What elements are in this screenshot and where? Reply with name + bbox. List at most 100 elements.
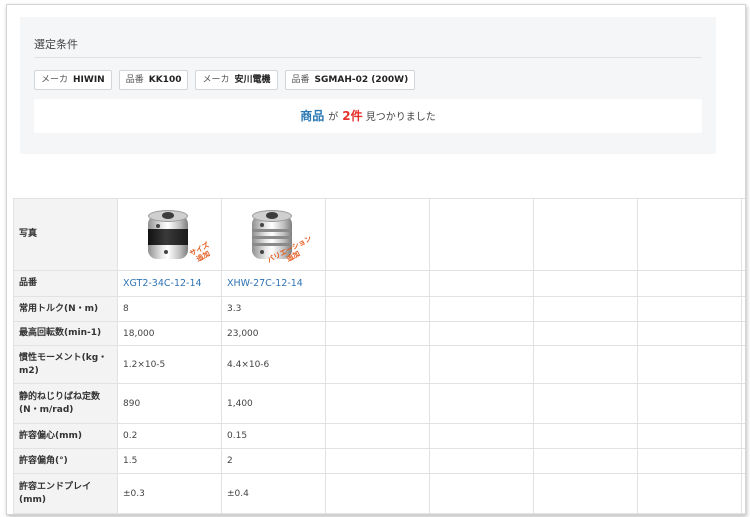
tag-value: KK100 (148, 75, 182, 85)
set-screw (163, 249, 168, 254)
empty-cell (637, 345, 742, 384)
part-no-link[interactable]: XGT2-34C-12-14 (117, 270, 222, 297)
empty-cell (637, 198, 742, 271)
empty-cell (637, 270, 742, 297)
cell-value: 2 (221, 448, 326, 474)
part-no-link[interactable]: XHW-27C-12-14 (221, 270, 326, 297)
empty-cell (325, 473, 430, 514)
set-screw (259, 222, 264, 227)
empty-cell (741, 423, 745, 449)
condition-tags: メーカ HIWIN 品番 KK100 メーカ 安川電機 品番 SGMAH-02 (200… (34, 70, 416, 90)
tag-value: 安川電機 (234, 75, 271, 85)
condition-tag-maker-hiwin[interactable]: メーカ HIWIN (34, 70, 112, 90)
empty-cell (325, 270, 430, 297)
empty-cell (325, 198, 430, 271)
tag-key: 品番 (125, 75, 144, 85)
row-label-torsion: 静的ねじりばね定数(N・m/rad) (13, 383, 118, 424)
cell-value: 1,400 (221, 383, 326, 424)
cell-value: 0.15 (221, 423, 326, 449)
empty-cell (429, 473, 534, 514)
cell-value: 4.4×10-6 (221, 345, 326, 384)
empty-cell (429, 383, 534, 424)
conditions-divider (34, 57, 702, 58)
empty-cell (533, 270, 638, 297)
result-count: 2件 (342, 109, 363, 123)
empty-cell (533, 473, 638, 514)
coupling-slit (251, 242, 292, 246)
empty-cell (325, 345, 430, 384)
product-comparison-table: 写真 サイズ 追加 バリエーション 追加 品番 XGT2-34C-12-14 X… (13, 198, 745, 514)
cell-value: 18,000 (117, 321, 222, 346)
empty-cell (429, 198, 534, 271)
table-row-offset: 許容偏心(mm) 0.2 0.15 (13, 423, 745, 449)
row-label-torque: 常用トルク(N・m) (13, 296, 118, 322)
row-label-endplay: 許容エンドプレイ(mm) (13, 473, 118, 514)
empty-cell (325, 383, 430, 424)
empty-cell (637, 423, 742, 449)
cell-value: 1.2×10-5 (117, 345, 222, 384)
tag-key: メーカ (41, 75, 69, 85)
row-label-offset: 許容偏心(mm) (13, 423, 118, 449)
cell-value: 3.3 (221, 296, 326, 322)
empty-cell (429, 296, 534, 322)
cell-value: 890 (117, 383, 222, 424)
empty-cell (637, 448, 742, 474)
condition-tag-part-kk100[interactable]: 品番 KK100 (118, 70, 189, 90)
cell-value: 0.2 (117, 423, 222, 449)
set-screw (259, 249, 264, 254)
empty-cell (741, 448, 745, 474)
condition-tag-maker-yaskawa[interactable]: メーカ 安川電機 (195, 70, 278, 90)
row-label-angle: 許容偏角(°) (13, 448, 118, 474)
empty-cell (429, 345, 534, 384)
empty-cell (429, 423, 534, 449)
coupling-image-icon: バリエーション 追加 (238, 205, 313, 265)
empty-cell (325, 296, 430, 322)
table-row-photo: 写真 サイズ 追加 バリエーション 追加 (13, 198, 745, 271)
empty-cell (325, 448, 430, 474)
tag-value: HIWIN (73, 75, 105, 85)
result-label: 商品 (300, 109, 325, 123)
tag-value: SGMAH-02 (200W) (314, 75, 409, 85)
coupling-bore (265, 211, 278, 219)
coupling-slit (251, 228, 292, 232)
empty-cell (429, 448, 534, 474)
row-label-max-speed: 最高回転数(min-1) (13, 321, 118, 346)
selection-conditions-panel: 選定条件 メーカ HIWIN 品番 KK100 メーカ 安川電機 品番 SGMAH-02… (20, 17, 716, 154)
table-row-angle: 許容偏角(°) 1.5 2 (13, 448, 745, 474)
empty-cell (637, 383, 742, 424)
cell-value: ±0.4 (221, 473, 326, 514)
condition-tag-part-sgmah[interactable]: 品番 SGMAH-02 (200W) (284, 70, 416, 90)
row-label-photo: 写真 (13, 198, 118, 271)
empty-cell (637, 321, 742, 346)
tag-key: 品番 (291, 75, 310, 85)
table-row-endplay: 許容エンドプレイ(mm) ±0.3 ±0.4 (13, 473, 745, 514)
tag-key: メーカ (202, 75, 230, 85)
empty-cell (533, 198, 638, 271)
cell-value: 23,000 (221, 321, 326, 346)
coupling-image-icon: サイズ 追加 (134, 205, 211, 265)
cell-value: 8 (117, 296, 222, 322)
empty-cell (533, 423, 638, 449)
cell-value: ±0.3 (117, 473, 222, 514)
table-row-max-speed: 最高回転数(min-1) 18,000 23,000 (13, 321, 745, 346)
set-screw (155, 223, 160, 228)
empty-cell (429, 270, 534, 297)
table-row-part-no: 品番 XGT2-34C-12-14 XHW-27C-12-14 (13, 270, 745, 297)
row-label-part-no: 品番 (13, 270, 118, 297)
coupling-slit (251, 235, 292, 239)
empty-cell (741, 270, 745, 297)
table-row-inertia: 慣性モーメント(kg・m2) 1.2×10-5 4.4×10-6 (13, 345, 745, 384)
result-suffix: 見つかりました (365, 112, 436, 123)
empty-cell (533, 383, 638, 424)
empty-cell (325, 321, 430, 346)
result-particle: が (328, 112, 339, 123)
empty-cell (429, 321, 534, 346)
product-photo-1[interactable]: サイズ 追加 (117, 198, 222, 271)
coupling-band (147, 228, 188, 245)
empty-cell (741, 345, 745, 384)
size-added-badge: サイズ 追加 (188, 241, 214, 265)
product-photo-2[interactable]: バリエーション 追加 (221, 198, 326, 271)
empty-cell (325, 423, 430, 449)
table-row-torsion: 静的ねじりばね定数(N・m/rad) 890 1,400 (13, 383, 745, 424)
empty-cell (741, 473, 745, 514)
